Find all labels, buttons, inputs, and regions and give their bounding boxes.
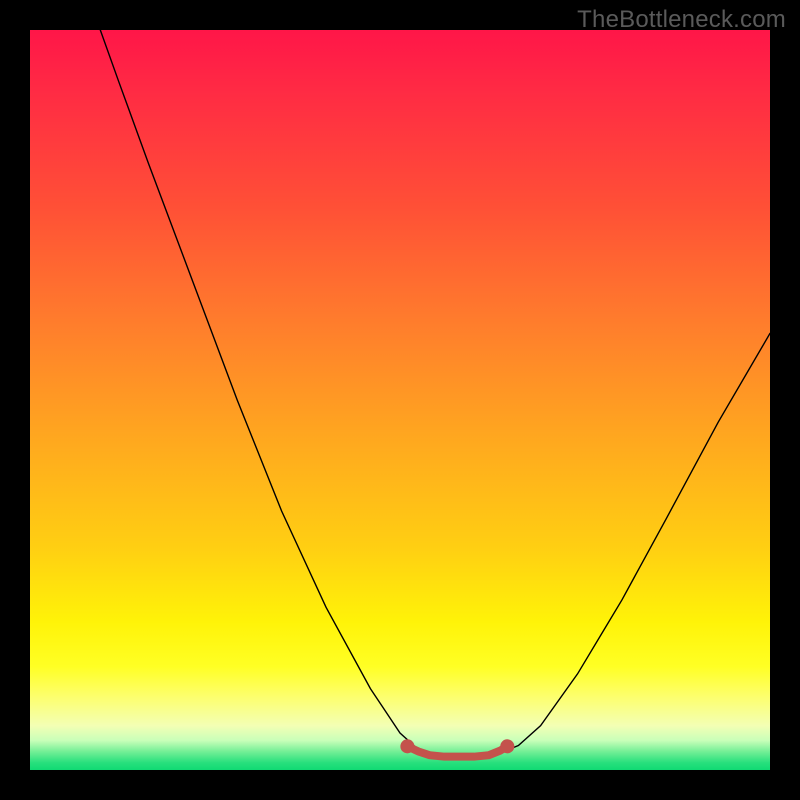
bottom-marker-line [407, 746, 507, 756]
plot-area [30, 30, 770, 770]
bottleneck-curve [100, 30, 770, 758]
chart-frame: TheBottleneck.com [0, 0, 800, 800]
marker-end-dot [400, 739, 414, 753]
curve-svg [30, 30, 770, 770]
marker-end-dot [500, 739, 514, 753]
watermark-text: TheBottleneck.com [577, 6, 786, 34]
